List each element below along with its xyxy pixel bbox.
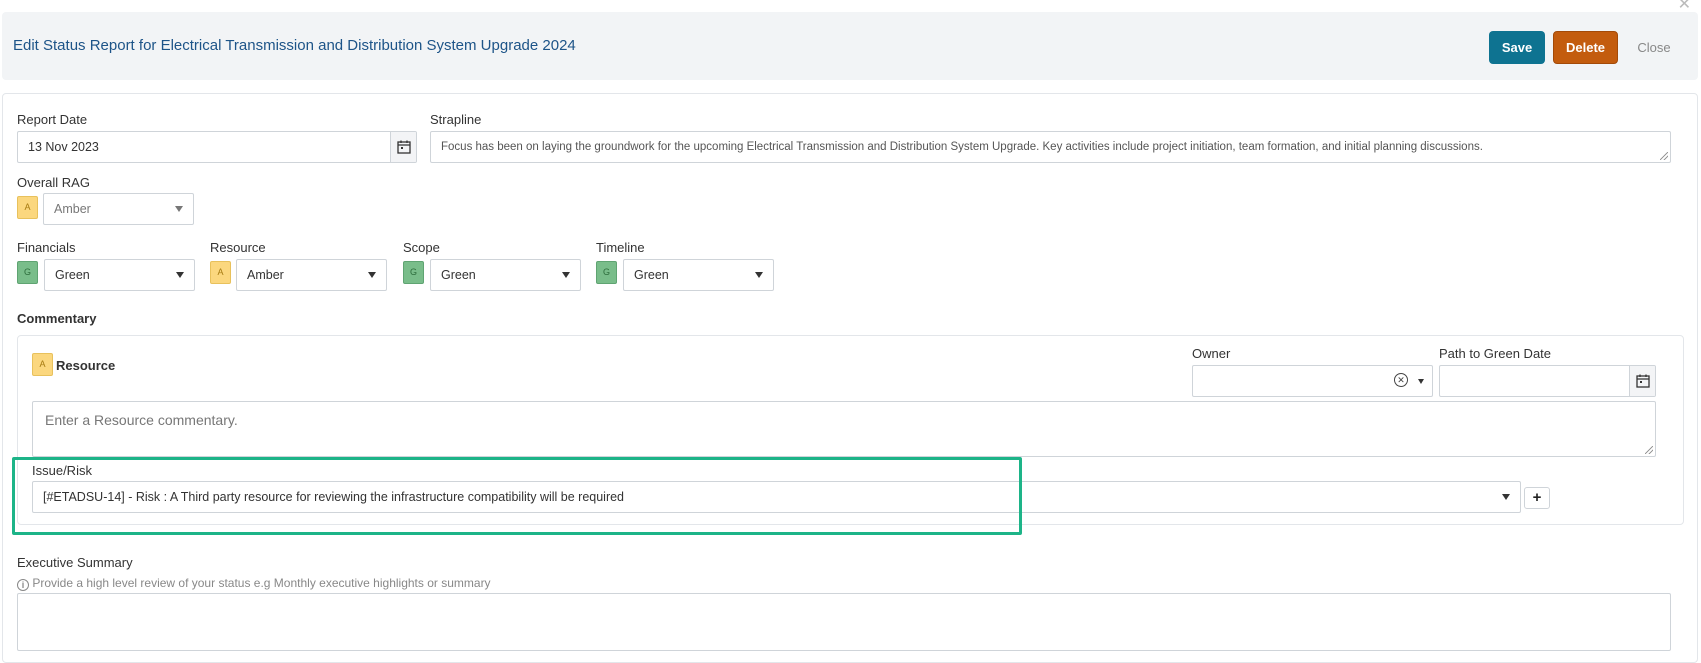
resource-commentary-placeholder: Enter a Resource commentary. [45,412,238,428]
timeline-value: Green [634,268,669,282]
financials-value: Green [55,268,90,282]
chevron-down-icon [1502,494,1510,500]
overall-rag-select[interactable]: Amber [43,193,194,225]
scope-chip: G [403,261,424,284]
calendar-icon[interactable] [390,132,416,162]
scope-value: Green [441,268,476,282]
close-button[interactable]: Close [1629,31,1679,64]
report-date-value: 13 Nov 2023 [28,140,99,154]
executive-summary-label: Executive Summary [17,555,133,570]
resource-label: Resource [210,240,266,255]
chevron-down-icon [755,272,763,278]
overall-rag-label: Overall RAG [17,175,90,190]
report-date-input[interactable]: 13 Nov 2023 [17,131,417,163]
timeline-chip: G [596,261,617,284]
commentary-heading: Commentary [17,311,97,326]
issue-risk-highlight [12,457,1022,535]
timeline-select[interactable]: Green [623,259,774,291]
owner-label: Owner [1192,346,1231,361]
chevron-down-icon [176,272,184,278]
resource-select[interactable]: Amber [236,259,387,291]
path-to-green-date-input[interactable] [1439,365,1656,397]
commentary-chip: A [32,353,53,376]
strapline-label: Strapline [430,112,482,127]
timeline-label: Timeline [596,240,645,255]
strapline-value: Focus has been on laying the groundwork … [441,141,1483,153]
clear-icon[interactable]: ✕ [1394,373,1408,387]
page-title: Edit Status Report for Electrical Transm… [13,37,576,54]
financials-label: Financials [17,240,76,255]
executive-summary-hint: Provide a high level review of your stat… [32,576,491,590]
chevron-down-icon [562,272,570,278]
financials-select[interactable]: Green [44,259,195,291]
scope-select[interactable]: Green [430,259,581,291]
chevron-down-icon [175,206,183,212]
delete-button[interactable]: Delete [1553,31,1618,64]
resource-value: Amber [247,268,284,282]
resource-chip: A [210,261,231,284]
add-issue-button[interactable]: + [1524,487,1550,509]
overall-rag-value: Amber [54,202,91,216]
overall-rag-chip: A [17,196,38,219]
info-icon: i [17,579,29,591]
calendar-icon[interactable] [1629,366,1655,396]
resource-commentary-textarea[interactable]: Enter a Resource commentary. [32,401,1656,457]
resize-grip-icon[interactable] [1645,446,1653,454]
report-date-label: Report Date [17,112,88,127]
save-button[interactable]: Save [1489,31,1545,64]
executive-summary-hint-row: i Provide a high level review of your st… [17,576,491,591]
chevron-down-icon [368,272,376,278]
strapline-input[interactable]: Focus has been on laying the groundwork … [430,131,1671,163]
financials-chip: G [17,261,38,284]
chevron-down-icon [1418,379,1424,384]
owner-select[interactable]: ✕ [1192,365,1433,397]
resize-grip-icon[interactable] [1660,152,1668,160]
scope-label: Scope [403,240,440,255]
dialog-header: Edit Status Report for Electrical Transm… [2,12,1698,80]
executive-summary-textarea[interactable] [17,593,1671,651]
commentary-section-title: Resource [56,358,116,373]
path-to-green-label: Path to Green Date [1439,346,1552,361]
